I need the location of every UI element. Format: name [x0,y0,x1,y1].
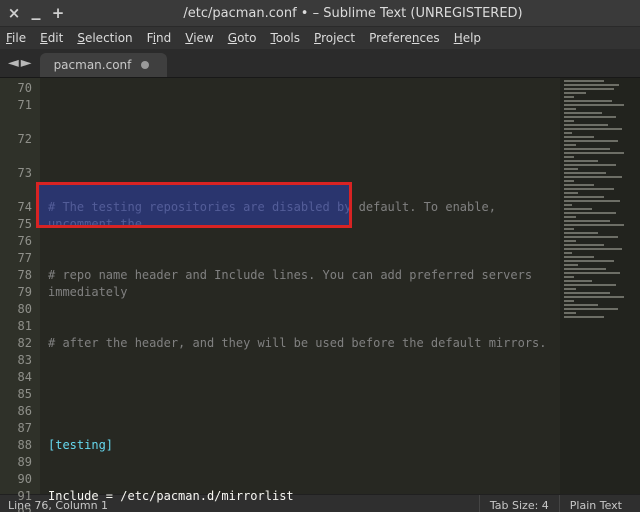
code-line: # The testing repositories are disabled … [48,199,556,233]
tab-strip: ◄ ► pacman.conf [0,49,640,78]
menu-goto[interactable]: Goto [228,31,257,45]
code-area[interactable]: # The testing repositories are disabled … [40,78,560,494]
menu-preferences[interactable]: Preferences [369,31,440,45]
tab-pacman-conf[interactable]: pacman.conf [40,53,168,77]
code-line [48,148,556,165]
code-line [48,386,556,403]
code-line: Include = /etc/pacman.d/mirrorlist [48,488,556,505]
menu-selection[interactable]: Selection [77,31,132,45]
code-line: # repo name header and Include lines. Yo… [48,267,556,301]
menubar: File Edit Selection Find View Goto Tools… [0,27,640,49]
menu-tools[interactable]: Tools [270,31,300,45]
menu-edit[interactable]: Edit [40,31,63,45]
window-minimize-icon[interactable]: _ [28,2,44,18]
nav-back-icon[interactable]: ◄ [8,55,19,71]
editor[interactable]: 7071 72 73 74757677787980818283848586878… [0,78,640,494]
minimap[interactable] [560,78,640,494]
code-line: # after the header, and they will be use… [48,335,556,352]
tab-dirty-icon [141,61,149,69]
menu-file[interactable]: File [6,31,26,45]
tab-label: pacman.conf [54,58,132,72]
window-maximize-icon[interactable]: + [50,5,66,21]
menu-project[interactable]: Project [314,31,355,45]
code-line: [testing] [48,437,556,454]
menu-view[interactable]: View [185,31,213,45]
status-syntax[interactable]: Plain Text [559,495,632,512]
menu-find[interactable]: Find [147,31,172,45]
line-number-gutter: 7071 72 73 74757677787980818283848586878… [0,78,40,494]
window-title: /etc/pacman.conf • – Sublime Text (UNREG… [72,6,634,21]
nav-forward-icon[interactable]: ► [21,55,32,71]
window-close-icon[interactable]: × [6,5,22,21]
menu-help[interactable]: Help [454,31,481,45]
window-titlebar: × _ + /etc/pacman.conf • – Sublime Text … [0,0,640,27]
